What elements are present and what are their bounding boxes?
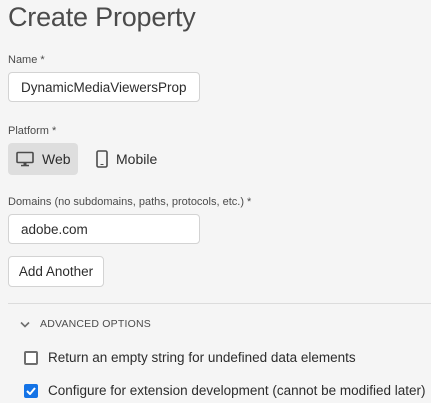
checkmark-icon	[26, 386, 36, 395]
extension-dev-label: Configure for extension development (can…	[48, 383, 426, 398]
platform-mobile-label: Mobile	[116, 151, 158, 167]
platform-mobile-button[interactable]: Mobile	[88, 143, 168, 175]
empty-string-label: Return an empty string for undefined dat…	[48, 350, 356, 365]
domain-input[interactable]	[8, 214, 200, 244]
empty-string-checkbox[interactable]	[24, 350, 38, 365]
monitor-icon	[16, 151, 34, 167]
platform-label: Platform *	[8, 125, 57, 137]
extension-dev-checkbox[interactable]	[24, 383, 38, 398]
page-title: Create Property	[8, 2, 196, 32]
name-input[interactable]	[8, 72, 200, 102]
name-field-label: Name *	[8, 54, 45, 66]
mobile-phone-icon	[96, 150, 108, 168]
extension-dev-option[interactable]: Configure for extension development (can…	[24, 383, 425, 398]
platform-web-label: Web	[42, 151, 71, 167]
advanced-options-toggle[interactable]: ADVANCED OPTIONS	[20, 316, 151, 332]
add-another-button[interactable]: Add Another	[8, 256, 104, 287]
advanced-options-label: ADVANCED OPTIONS	[40, 318, 151, 330]
empty-string-option[interactable]: Return an empty string for undefined dat…	[24, 350, 356, 365]
platform-web-button[interactable]: Web	[8, 143, 78, 175]
domains-field-label: Domains (no subdomains, paths, protocols…	[8, 196, 252, 208]
chevron-down-icon	[20, 321, 30, 328]
section-divider	[8, 303, 431, 304]
